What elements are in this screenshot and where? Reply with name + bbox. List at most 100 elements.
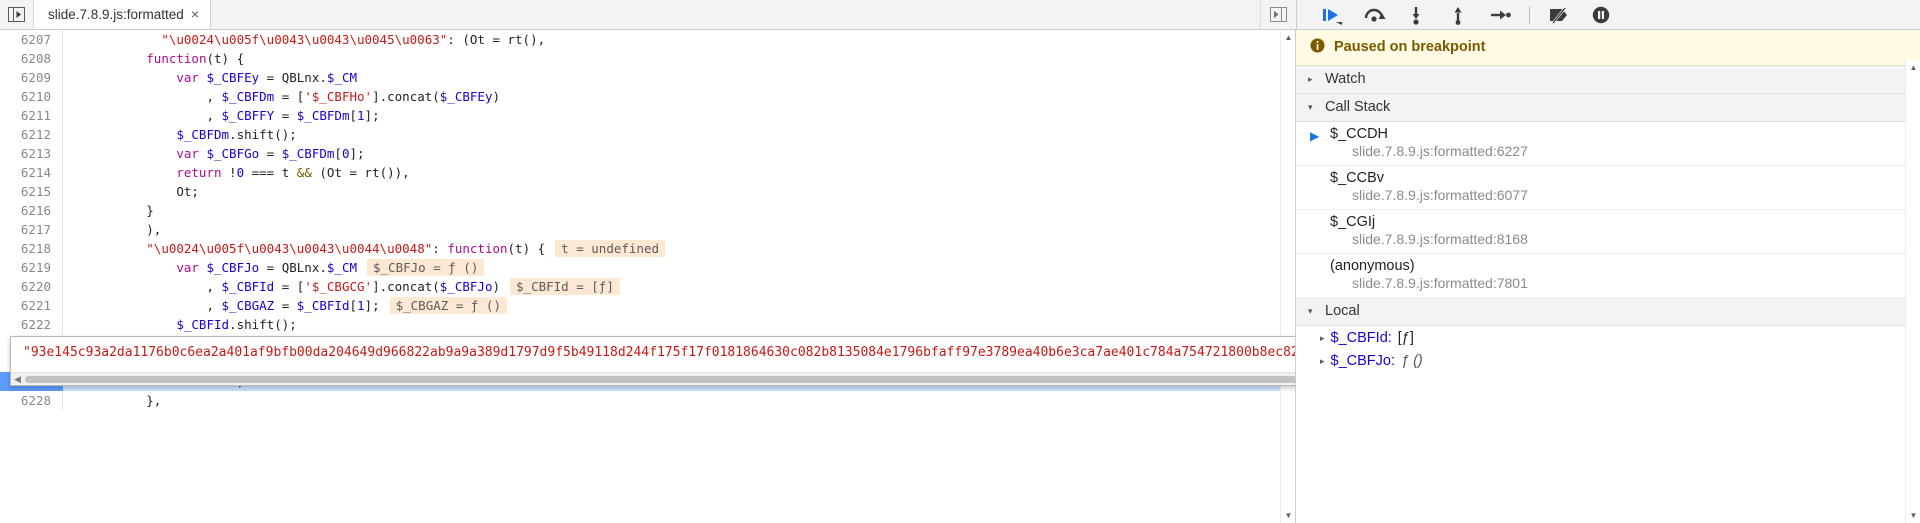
- line-number[interactable]: 6208: [0, 49, 62, 68]
- code-token: [: [334, 146, 342, 161]
- code-editor[interactable]: 6207 "\u0024\u005f\u0043\u0043\u0045\u00…: [0, 30, 1296, 523]
- line-number[interactable]: 6216: [0, 201, 62, 220]
- pause-on-exceptions-icon[interactable]: [1580, 0, 1622, 30]
- chevron-right-icon[interactable]: ▸: [1320, 333, 1325, 344]
- scroll-up-icon[interactable]: ▲: [1906, 60, 1920, 75]
- editor-vertical-scrollbar[interactable]: ▲ ▼: [1280, 30, 1295, 523]
- call-stack-frame[interactable]: ▶ $_CCDH slide.7.8.9.js:formatted:6227: [1296, 122, 1920, 166]
- line-number[interactable]: 6218: [0, 239, 62, 258]
- code-line[interactable]: 6221 , $_CBGAZ = $_CBFId[1]; $_CBGAZ = ƒ …: [0, 296, 1295, 315]
- code-line[interactable]: 6210 , $_CBFDm = ['$_CBFHo'].concat($_CB…: [0, 87, 1295, 106]
- section-header-watch[interactable]: ▸ Watch: [1296, 66, 1920, 94]
- chevron-right-icon[interactable]: ▸: [1320, 356, 1325, 367]
- code-token: : (Ot = rt(),: [447, 32, 546, 47]
- code-line[interactable]: 6209 var $_CBFEy = QBLnx.$_CM: [0, 68, 1295, 87]
- code-line[interactable]: 6217 ),: [0, 220, 1295, 239]
- scroll-down-icon[interactable]: ▼: [1906, 508, 1920, 523]
- call-stack-frame-location[interactable]: slide.7.8.9.js:formatted:6227: [1330, 143, 1908, 159]
- debugger-toolbar: [1296, 0, 1920, 29]
- code-line[interactable]: 6218 "\u0024\u005f\u0043\u0043\u0044\u00…: [0, 239, 1295, 258]
- scroll-up-icon[interactable]: ▲: [1281, 30, 1295, 45]
- code-token: ,: [206, 89, 222, 104]
- sidebar-vertical-scrollbar[interactable]: ▲ ▼: [1905, 60, 1920, 523]
- code-token: :: [432, 241, 448, 256]
- call-stack-frame-location[interactable]: slide.7.8.9.js:formatted:8168: [1330, 231, 1908, 247]
- scope-variable-row[interactable]: ▸ $_CBFJo: ƒ (): [1296, 349, 1920, 372]
- code-token: ];: [364, 298, 380, 313]
- code-token: $_CM: [326, 260, 357, 275]
- code-token: '$_CBGCG': [304, 279, 373, 294]
- code-line[interactable]: 6213 var $_CBFGo = $_CBFDm[0];: [0, 144, 1295, 163]
- line-number[interactable]: 6212: [0, 125, 62, 144]
- call-stack-frame-location[interactable]: slide.7.8.9.js:formatted:7801: [1330, 275, 1908, 291]
- line-number[interactable]: 6214: [0, 163, 62, 182]
- debugger-sidebar: Paused on breakpoint ▸ Watch ▾ Call Stac…: [1296, 30, 1920, 523]
- call-stack-frame[interactable]: (anonymous) slide.7.8.9.js:formatted:7801: [1296, 254, 1920, 298]
- step-over-icon[interactable]: [1353, 0, 1395, 30]
- tooltip-horizontal-scrollbar[interactable]: ◀ ▶: [11, 372, 1295, 385]
- call-stack-frame-function: $_CCDH: [1330, 126, 1389, 142]
- code-line-text: , $_CBFDm = ['$_CBFHo'].concat($_CBFEy): [63, 87, 1295, 106]
- code-line[interactable]: 6222 $_CBFId.shift();: [0, 315, 1295, 334]
- show-navigator-icon[interactable]: [0, 0, 34, 29]
- code-token: function: [447, 241, 508, 256]
- code-token: = QBLnx.: [259, 70, 327, 85]
- line-number[interactable]: 6213: [0, 144, 62, 163]
- resume-icon[interactable]: [1311, 0, 1353, 30]
- code-lines: 6207 "\u0024\u005f\u0043\u0043\u0045\u00…: [0, 30, 1295, 523]
- line-number[interactable]: 6210: [0, 87, 62, 106]
- code-line[interactable]: 6212 $_CBFDm.shift();: [0, 125, 1295, 144]
- code-line-text: return !0 === t && (Ot = rt()),: [63, 163, 1295, 182]
- deactivate-breakpoints-icon[interactable]: [1538, 0, 1580, 30]
- code-token: 1: [357, 108, 365, 123]
- line-number[interactable]: 6211: [0, 106, 62, 125]
- step-into-icon[interactable]: [1395, 0, 1437, 30]
- step-out-icon[interactable]: [1437, 0, 1479, 30]
- code-line[interactable]: 6208 function(t) {: [0, 49, 1295, 68]
- line-number[interactable]: 6221: [0, 296, 62, 315]
- code-line-text: }: [63, 201, 1295, 220]
- code-token: $_CBGAZ: [221, 298, 275, 313]
- main-row: 6207 "\u0024\u005f\u0043\u0043\u0045\u00…: [0, 30, 1920, 523]
- code-line[interactable]: 6215 Ot;: [0, 182, 1295, 201]
- scrollbar-thumb[interactable]: [25, 376, 1295, 383]
- code-line[interactable]: 6228 },: [0, 391, 1295, 410]
- info-icon: [1310, 38, 1325, 56]
- line-number[interactable]: 6217: [0, 220, 62, 239]
- code-line-text: "\u0024\u005f\u0043\u0043\u0044\u0048": …: [63, 239, 1295, 258]
- line-number[interactable]: 6215: [0, 182, 62, 201]
- section-header-local-scope[interactable]: ▾ Local: [1296, 298, 1920, 326]
- code-line-text: var $_CBFEy = QBLnx.$_CM: [63, 68, 1295, 87]
- code-line-text: $_CBFDm.shift();: [63, 125, 1295, 144]
- code-line[interactable]: 6207 "\u0024\u005f\u0043\u0043\u0045\u00…: [0, 30, 1295, 49]
- code-line[interactable]: 6219 var $_CBFJo = QBLnx.$_CM $_CBFJo = ƒ…: [0, 258, 1295, 277]
- collapse-sidebar-icon[interactable]: [1260, 0, 1296, 29]
- editor-tab-slide-js[interactable]: slide.7.8.9.js:formatted ×: [34, 0, 212, 29]
- inline-value-annotation: $_CBFId = [ƒ]: [510, 278, 620, 295]
- code-token: function: [146, 51, 207, 66]
- code-token: $_CBFEy: [206, 70, 260, 85]
- scope-variable-row[interactable]: ▸ $_CBFId: [ƒ]: [1296, 326, 1920, 349]
- call-stack-frame[interactable]: $_CGIj slide.7.8.9.js:formatted:8168: [1296, 210, 1920, 254]
- step-icon[interactable]: [1479, 0, 1521, 30]
- code-line[interactable]: 6211 , $_CBFFY = $_CBFDm[1];: [0, 106, 1295, 125]
- close-icon[interactable]: ×: [191, 7, 199, 23]
- watch-section-label: Watch: [1325, 71, 1366, 87]
- line-number[interactable]: 6207: [0, 30, 62, 49]
- line-number[interactable]: 6222: [0, 315, 62, 334]
- code-token: "\u0024\u005f\u0043\u0043\u0044\u0048": [146, 241, 433, 256]
- code-token: = [: [274, 279, 305, 294]
- section-header-call-stack[interactable]: ▾ Call Stack: [1296, 94, 1920, 122]
- line-number[interactable]: 6209: [0, 68, 62, 87]
- code-line[interactable]: 6214 return !0 === t && (Ot = rt()),: [0, 163, 1295, 182]
- line-number[interactable]: 6228: [0, 391, 62, 410]
- call-stack-frame-location[interactable]: slide.7.8.9.js:formatted:6077: [1330, 187, 1908, 203]
- line-number[interactable]: 6219: [0, 258, 62, 277]
- scroll-down-icon[interactable]: ▼: [1281, 508, 1295, 523]
- line-number[interactable]: 6220: [0, 277, 62, 296]
- code-line[interactable]: 6216 }: [0, 201, 1295, 220]
- call-stack-frame[interactable]: $_CCBv slide.7.8.9.js:formatted:6077: [1296, 166, 1920, 210]
- code-token: =: [259, 146, 282, 161]
- code-line[interactable]: 6220 , $_CBFId = ['$_CBGCG'].concat($_CB…: [0, 277, 1295, 296]
- scroll-left-icon[interactable]: ◀: [14, 374, 21, 385]
